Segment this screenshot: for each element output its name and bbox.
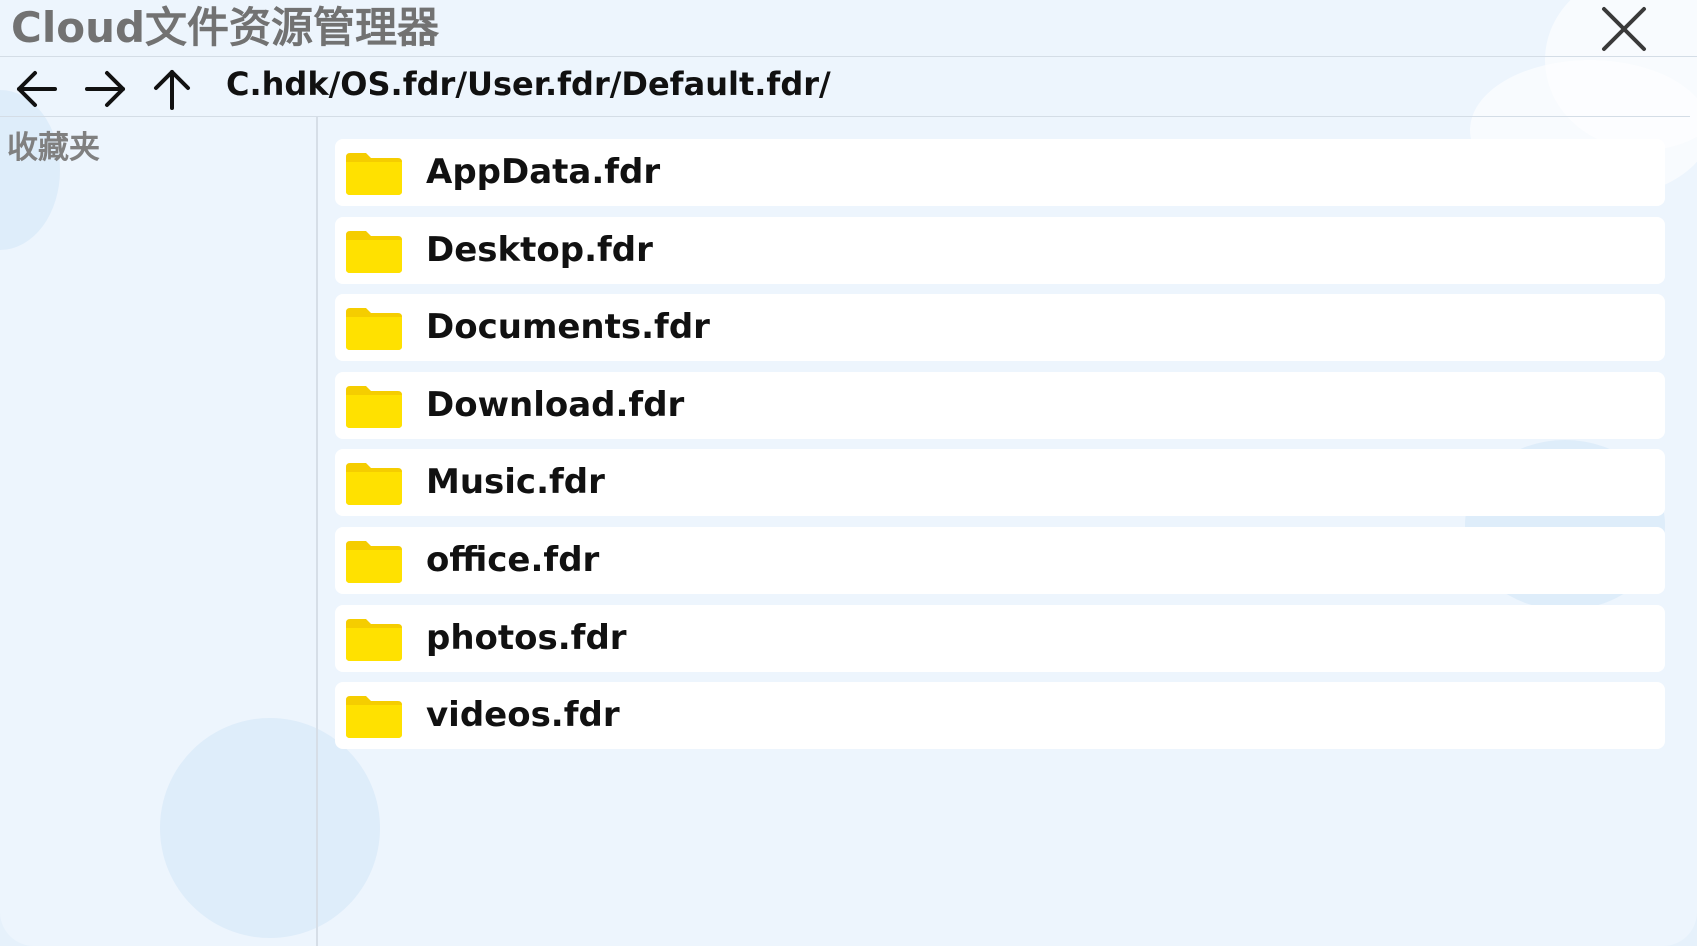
file-list: AppData.fdr Desktop.fdr Documents.fdr Do… [335, 139, 1665, 760]
folder-name: Desktop.fdr [426, 229, 653, 270]
favorites-heading: 收藏夹 [7, 130, 100, 166]
sidebar: 收藏夹 [0, 117, 318, 946]
folder-icon [346, 385, 402, 428]
forward-button[interactable] [83, 68, 127, 110]
folder-icon [346, 153, 402, 195]
folder-row-desktop[interactable]: Desktop.fdr [335, 216, 1665, 284]
window-title: Cloud文件资源管理器 [11, 3, 440, 52]
folder-row-documents[interactable]: Documents.fdr [335, 294, 1665, 362]
folder-icon [346, 696, 402, 739]
folder-row-videos[interactable]: videos.fdr [335, 682, 1665, 750]
folder-name: videos.fdr [426, 695, 620, 736]
folder-icon [346, 230, 402, 273]
folder-row-office[interactable]: office.fdr [335, 526, 1665, 594]
close-button[interactable] [1601, 6, 1647, 52]
arrow-left-icon [17, 71, 57, 107]
folder-name: Documents.fdr [426, 307, 710, 348]
folder-icon [346, 308, 402, 351]
back-button[interactable] [15, 68, 59, 110]
folder-row-download[interactable]: Download.fdr [335, 371, 1665, 439]
up-button[interactable] [150, 68, 194, 110]
close-icon [1602, 7, 1646, 51]
folder-icon [346, 618, 402, 661]
folder-row-photos[interactable]: photos.fdr [335, 604, 1665, 672]
navigation-bar: C.hdk/OS.fdr/User.fdr/Default.fdr/ [0, 56, 1690, 117]
folder-name: Music.fdr [426, 462, 605, 503]
folder-name: office.fdr [426, 539, 600, 580]
folder-name: Download.fdr [426, 384, 685, 425]
folder-row-appdata[interactable]: AppData.fdr [335, 139, 1665, 206]
title-bar: Cloud文件资源管理器 [0, 0, 1697, 57]
folder-icon [346, 463, 402, 506]
arrow-right-icon [85, 71, 125, 107]
file-explorer-window: Cloud文件资源管理器 C.hdk/OS.fdr/User.fdr/Defau… [0, 0, 1697, 946]
folder-name: photos.fdr [426, 617, 627, 658]
folder-name: AppData.fdr [426, 152, 661, 192]
arrow-up-icon [154, 70, 190, 110]
folder-icon [346, 540, 402, 583]
folder-row-music[interactable]: Music.fdr [335, 449, 1665, 517]
address-path[interactable]: C.hdk/OS.fdr/User.fdr/Default.fdr/ [226, 62, 831, 106]
